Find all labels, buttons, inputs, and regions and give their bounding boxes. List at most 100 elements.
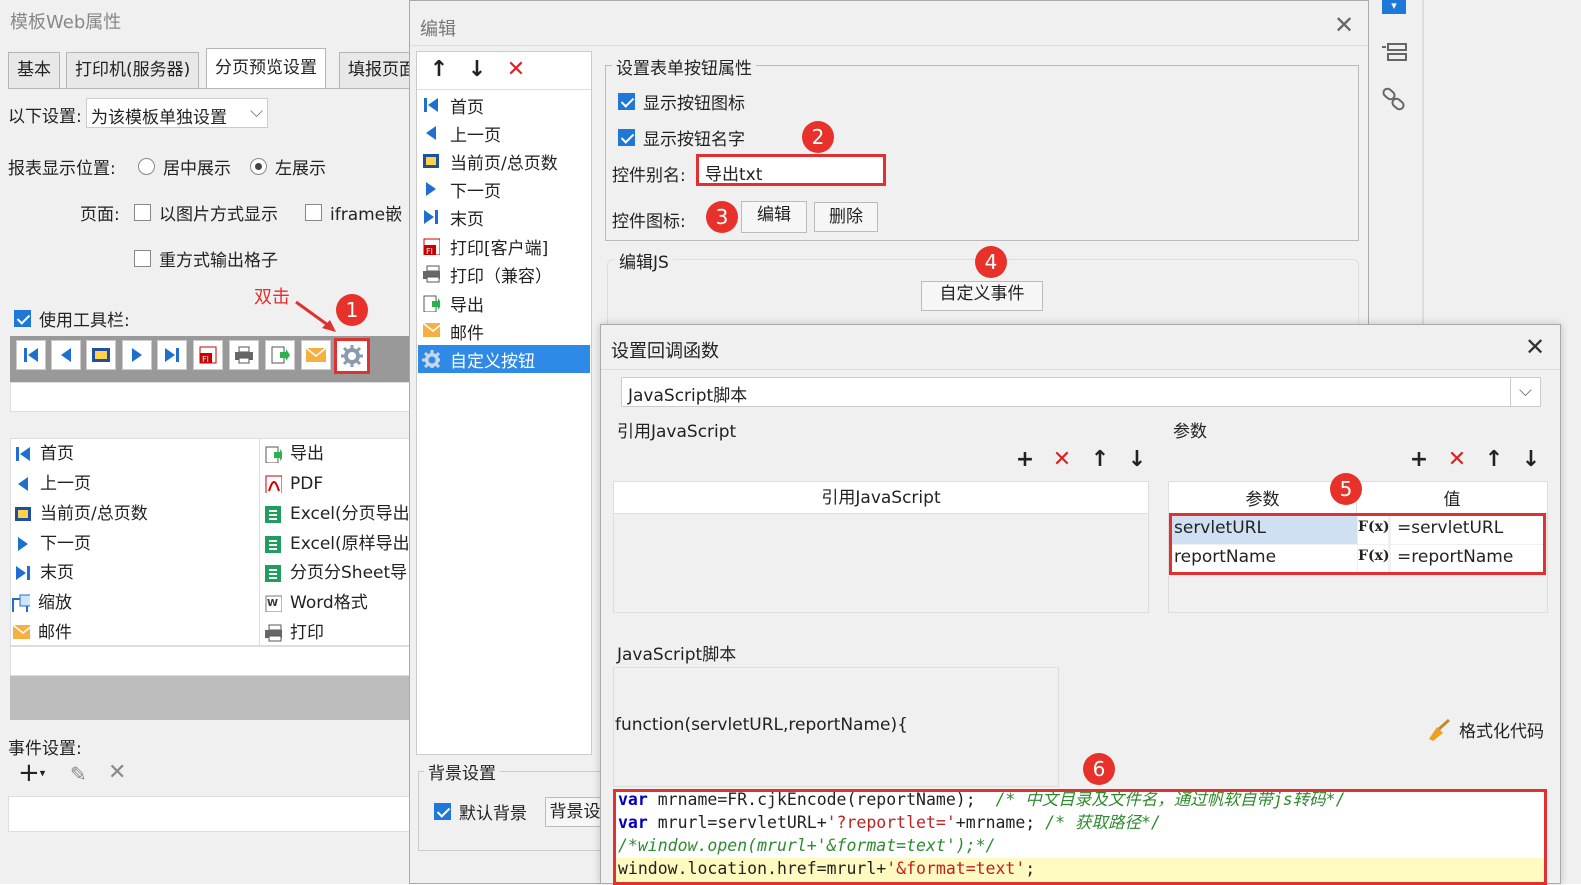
window-title: 模板Web属性 [10, 12, 122, 33]
move-down-icon[interactable]: ↓ [1126, 449, 1148, 471]
iframe-checkbox[interactable]: iframe嵌 [305, 200, 402, 225]
list-item[interactable]: 导出 [418, 289, 590, 317]
mail-icon[interactable] [301, 340, 331, 370]
list-item[interactable]: 末页 [14, 559, 74, 587]
param-value-cell[interactable]: =reportName [1391, 545, 1543, 572]
show-icon-checkbox[interactable]: 显示按钮图标 [618, 89, 745, 114]
formula-icon[interactable]: F(x) [1358, 545, 1390, 572]
list-item[interactable]: Excel(分页导出 [264, 500, 410, 528]
list-item[interactable]: 首页 [418, 91, 590, 119]
format-code-button[interactable]: 格式化代码 [1427, 717, 1544, 742]
list-divider [259, 439, 260, 647]
list-item[interactable]: 分页分Sheet导 [264, 559, 410, 587]
list-item[interactable]: 末页 [418, 203, 590, 231]
link-icon[interactable] [1380, 86, 1408, 114]
param-value-cell[interactable]: =servletURL [1391, 516, 1543, 544]
list-item-label: 打印 [290, 623, 324, 643]
list-item[interactable]: 邮件 [12, 619, 72, 647]
callback-dialog: 设置回调函数 ✕ JavaScript脚本 ⌵ 引用JavaScript + ✕… [600, 324, 1561, 885]
move-down-icon[interactable]: ↓ [1520, 449, 1542, 471]
output-grid-checkbox[interactable]: 重方式输出格子 [134, 246, 278, 271]
list-item[interactable]: 上一页 [14, 470, 91, 498]
title-divider [601, 369, 1560, 370]
first-page-icon [424, 98, 438, 112]
move-down-icon[interactable]: ↓ [466, 59, 488, 81]
tab-basic[interactable]: 基本 [8, 52, 60, 88]
ref-js-column-header: 引用JavaScript [614, 482, 1148, 514]
tab-page-preview[interactable]: 分页预览设置 [206, 48, 326, 88]
image-mode-checkbox[interactable]: 以图片方式显示 [134, 200, 278, 225]
show-name-checkbox[interactable]: 显示按钮名字 [618, 125, 745, 150]
list-item-selected[interactable]: 自定义按钮 [418, 345, 590, 373]
chevron-down-icon[interactable]: ▾ [1382, 0, 1406, 14]
list-item[interactable]: 下一页 [14, 530, 91, 558]
use-toolbar-checkbox[interactable]: 使用工具栏: [14, 306, 130, 331]
page-count-icon [15, 507, 31, 521]
badge-1: 1 [336, 294, 368, 326]
list-item[interactable]: PDF [264, 470, 323, 498]
close-icon[interactable]: ✕ [1334, 11, 1354, 39]
code-text: ; [1025, 859, 1036, 878]
last-page-icon[interactable] [157, 340, 187, 370]
print-client-icon[interactable]: Fl [193, 340, 223, 370]
list-item[interactable]: 导出 [264, 440, 324, 468]
checkbox-icon [434, 803, 451, 820]
add-icon[interactable]: + [1014, 449, 1036, 471]
print-icon[interactable] [229, 340, 259, 370]
radio-icon [138, 158, 155, 175]
alias-input[interactable]: 导出txt [696, 154, 886, 186]
edit-icon-button[interactable]: 编辑 [741, 201, 807, 233]
background-group-title: 背景设置 [424, 759, 500, 784]
default-background-label: 默认背景 [459, 804, 527, 824]
add-event-icon[interactable]: +▾ [18, 760, 45, 787]
list-item[interactable]: 当前页/总页数 [14, 500, 148, 528]
move-up-icon[interactable]: ↑ [1089, 449, 1111, 471]
radio-center[interactable]: 居中展示 [138, 154, 231, 179]
move-up-icon[interactable]: ↑ [428, 59, 450, 81]
close-icon[interactable]: ✕ [1525, 333, 1545, 361]
list-item-label: PDF [290, 474, 324, 494]
delete-icon[interactable]: ✕ [1051, 449, 1073, 471]
list-item-label: 导出 [290, 444, 324, 464]
param-name-cell[interactable]: servletURL [1172, 516, 1357, 544]
delete-event-icon[interactable]: ✕ [108, 760, 126, 785]
first-page-icon[interactable] [16, 340, 46, 370]
list-item[interactable]: 缩放 [12, 589, 72, 617]
list-item[interactable]: 上一页 [418, 119, 590, 147]
list-item-label: 分页分Sheet导 [290, 563, 408, 583]
list-item[interactable]: Excel(原样导出 [264, 530, 410, 558]
settings-select[interactable]: 为该模板单独设置 ⌵ [86, 98, 268, 128]
delete-icon[interactable]: ✕ [1446, 449, 1468, 471]
add-icon[interactable]: + [1408, 449, 1430, 471]
list-item[interactable]: Fl 打印[客户端] [418, 232, 590, 260]
export-icon[interactable] [265, 340, 295, 370]
list-item[interactable]: W Word格式 [264, 589, 368, 617]
custom-event-button[interactable]: 自定义事件 [921, 281, 1043, 311]
move-up-icon[interactable]: ↑ [1483, 449, 1505, 471]
list-item[interactable]: 首页 [14, 440, 74, 468]
list-item[interactable]: 当前页/总页数 [418, 147, 590, 175]
prev-page-icon[interactable] [51, 340, 81, 370]
first-page-icon [16, 447, 30, 461]
web-properties-window: 模板Web属性 基本 打印机(服务器) 分页预览设置 填报页面 以下设置: 为该… [0, 0, 411, 884]
layout-icon[interactable] [1380, 42, 1408, 64]
param-name-cell[interactable]: reportName [1172, 545, 1357, 572]
script-type-select[interactable]: JavaScript脚本 ⌵ [621, 377, 1541, 407]
default-background-checkbox[interactable]: 默认背景 [434, 799, 527, 824]
tab-fill[interactable]: 填报页面 [339, 52, 411, 88]
background-settings-button[interactable]: 背景设 [545, 797, 605, 827]
tab-printer-server[interactable]: 打印机(服务器) [66, 52, 200, 88]
radio-left[interactable]: 左展示 [250, 154, 326, 179]
list-item[interactable]: 下一页 [418, 175, 590, 203]
edit-pencil-icon[interactable]: ✎ [70, 762, 87, 786]
delete-icon[interactable]: ✕ [505, 59, 527, 81]
custom-button-gear-icon[interactable] [334, 338, 370, 374]
code-editor[interactable]: var mrname=FR.cjkEncode(reportName); /* … [613, 789, 1547, 885]
list-item[interactable]: 打印 [264, 619, 324, 647]
next-page-icon[interactable] [122, 340, 152, 370]
formula-icon[interactable]: F(x) [1358, 516, 1390, 544]
page-count-icon[interactable] [86, 340, 116, 370]
delete-icon-button[interactable]: 删除 [814, 202, 878, 232]
list-item[interactable]: 邮件 [418, 317, 590, 345]
list-item[interactable]: 打印（兼容） [418, 260, 590, 288]
